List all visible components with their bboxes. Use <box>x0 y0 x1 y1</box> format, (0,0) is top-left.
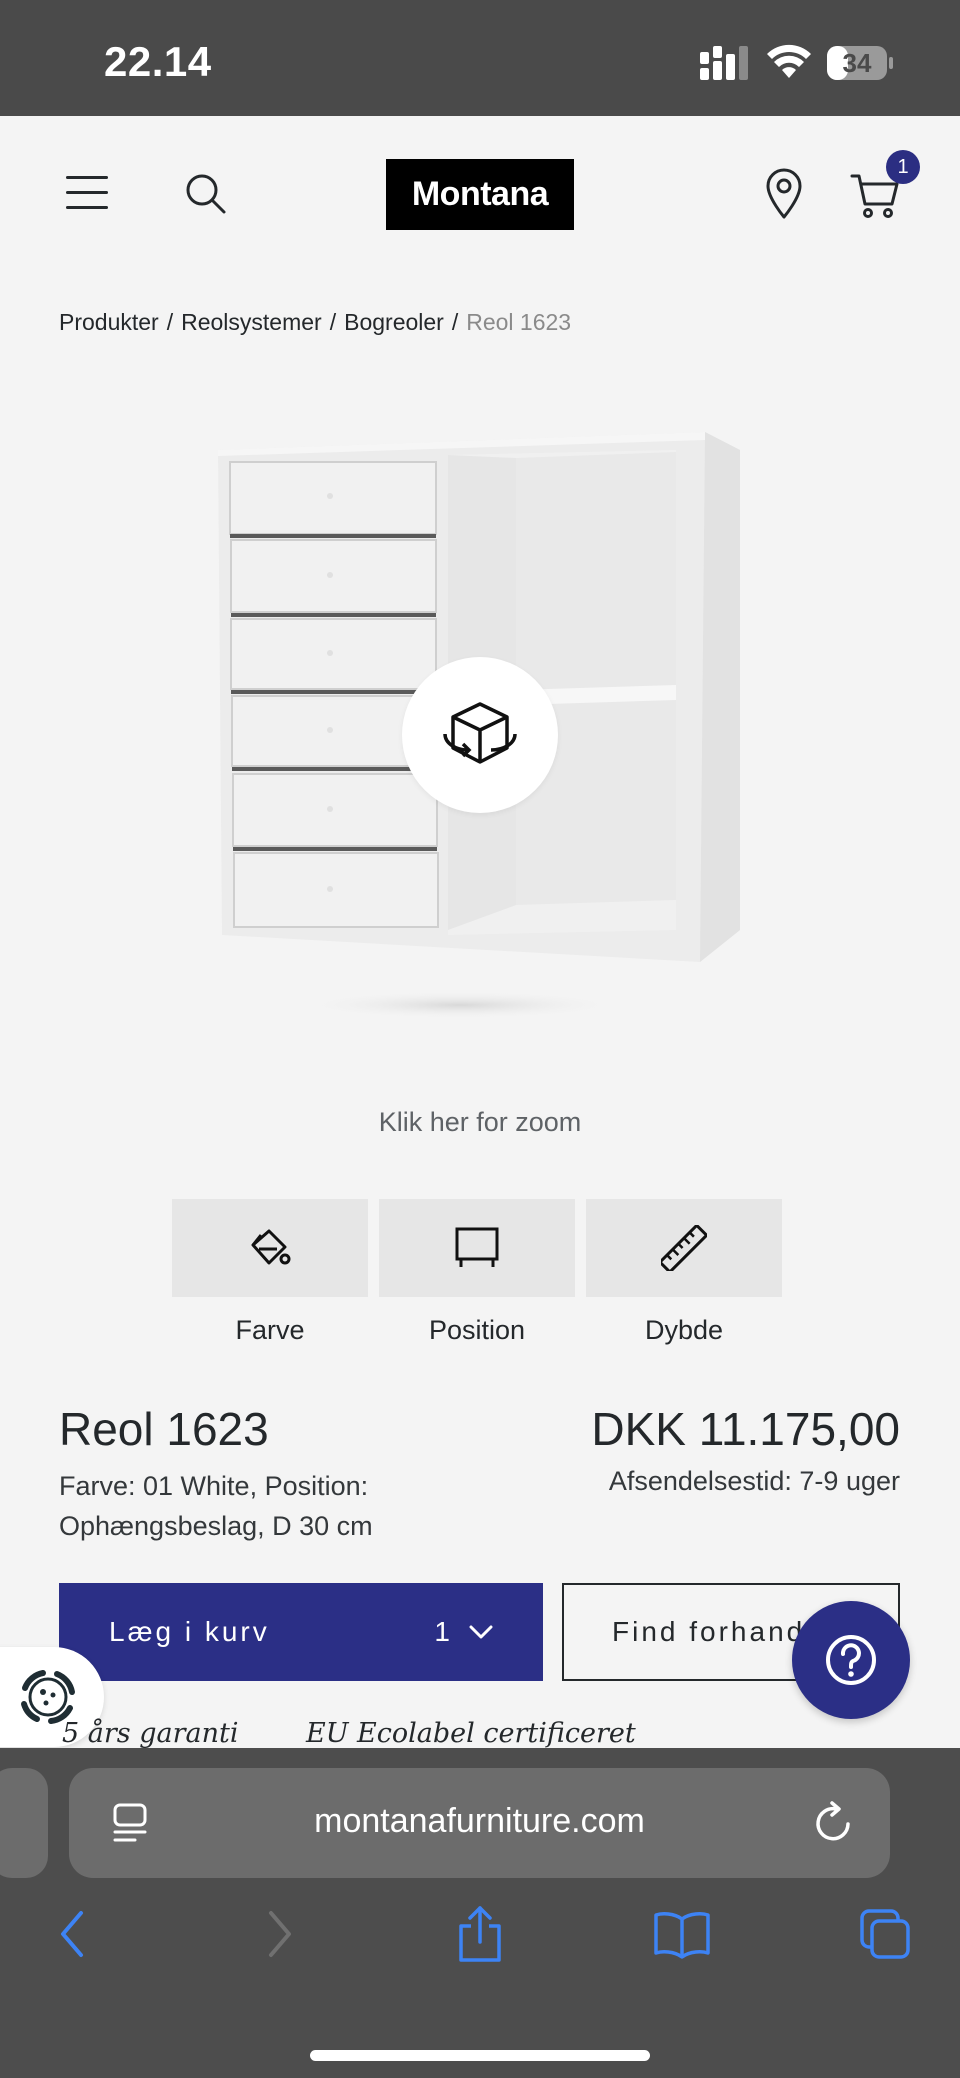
tabs-icon <box>860 1909 910 1959</box>
question-mark-icon <box>826 1635 876 1685</box>
shipping-time: Afsendelsestid: 7-9 uger <box>608 1466 900 1496</box>
option-tile-dybde[interactable] <box>586 1199 782 1297</box>
browser-toolbar: montanafurniture.com <box>0 1748 960 2078</box>
product-price: DKK 11.175,00 <box>591 1403 900 1455</box>
share-button[interactable] <box>448 1902 512 1966</box>
montana-logo[interactable]: Montana <box>386 159 574 230</box>
store-locator-pin-icon[interactable] <box>764 168 804 220</box>
share-icon <box>459 1906 501 1962</box>
forward-button[interactable] <box>248 1902 312 1966</box>
option-label-position: Position <box>428 1315 526 1345</box>
breadcrumb-link-bogreoler[interactable]: Bogreoler <box>344 309 444 335</box>
usp-warranty: 5 års garanti <box>62 1718 239 1748</box>
bookmarks-button[interactable] <box>650 1902 714 1966</box>
book-icon <box>654 1912 710 1959</box>
site-header: Montana 1 <box>0 116 960 276</box>
browser-nav-row <box>0 1902 960 1974</box>
chevron-right-icon <box>269 1911 291 1957</box>
add-to-cart-label: Læg i kurv <box>109 1616 270 1647</box>
wifi-icon <box>767 44 811 78</box>
tabs-button[interactable] <box>854 1902 918 1966</box>
cart-count-badge: 1 <box>886 150 920 184</box>
breadcrumb-current: Reol 1623 <box>466 309 572 335</box>
breadcrumb-separator: / <box>329 309 337 335</box>
battery-icon: 34 <box>826 44 894 82</box>
chevron-left-icon <box>61 1911 83 1957</box>
status-time: 22.14 <box>104 38 212 85</box>
option-label-dybde: Dybde <box>644 1315 724 1345</box>
ruler-icon <box>661 1225 707 1271</box>
cellular-signal-icon <box>700 46 748 80</box>
chevron-down-icon <box>469 1625 493 1639</box>
status-bar: 22.14 34 <box>0 0 960 116</box>
breadcrumb-separator: / <box>166 309 174 335</box>
option-tile-farve[interactable] <box>172 1199 368 1297</box>
back-button[interactable] <box>40 1902 104 1966</box>
usp-strip: 5 års garanti EU Ecolabel certificeret <box>0 1716 960 1748</box>
battery-level: 34 <box>842 48 872 78</box>
zoom-hint[interactable]: Klik her for zoom <box>0 1107 960 1138</box>
url-text: montanafurniture.com <box>314 1802 645 1840</box>
product-configuration: Farve: 01 White, Position: Ophængsbeslag… <box>59 1471 373 1541</box>
breadcrumb-separator: / <box>451 309 459 335</box>
reload-icon[interactable] <box>810 1800 856 1846</box>
usp-ecolabel: EU Ecolabel certificeret <box>306 1718 636 1748</box>
rotate-3d-box-icon <box>443 702 517 764</box>
hamburger-line <box>66 191 108 194</box>
search-icon[interactable] <box>184 172 228 216</box>
breadcrumb-link-produkter[interactable]: Produkter <box>59 309 159 335</box>
quantity-value: 1 <box>434 1616 453 1647</box>
hamburger-line <box>66 206 108 209</box>
home-indicator <box>310 2050 650 2061</box>
add-to-cart-button[interactable]: Læg i kurv 1 <box>59 1583 543 1681</box>
quantity-select[interactable]: 1 <box>434 1616 493 1648</box>
hamburger-line <box>66 176 108 179</box>
view-3d-button[interactable] <box>402 657 558 813</box>
product-title: Reol 1623 <box>59 1403 269 1455</box>
frame-icon <box>455 1227 499 1267</box>
breadcrumb-link-reolsystemer[interactable]: Reolsystemer <box>181 309 322 335</box>
option-label-farve: Farve <box>235 1315 305 1345</box>
paint-bucket-icon <box>251 1229 291 1265</box>
address-bar[interactable]: montanafurniture.com <box>69 1768 890 1878</box>
breadcrumb: Produkter / Reolsystemer / Bogreoler / Reol 16… <box>59 309 571 336</box>
option-tile-position[interactable] <box>379 1199 575 1297</box>
menu-button[interactable] <box>66 176 110 210</box>
previous-tab-preview[interactable] <box>0 1768 48 1878</box>
help-button[interactable] <box>792 1601 910 1719</box>
